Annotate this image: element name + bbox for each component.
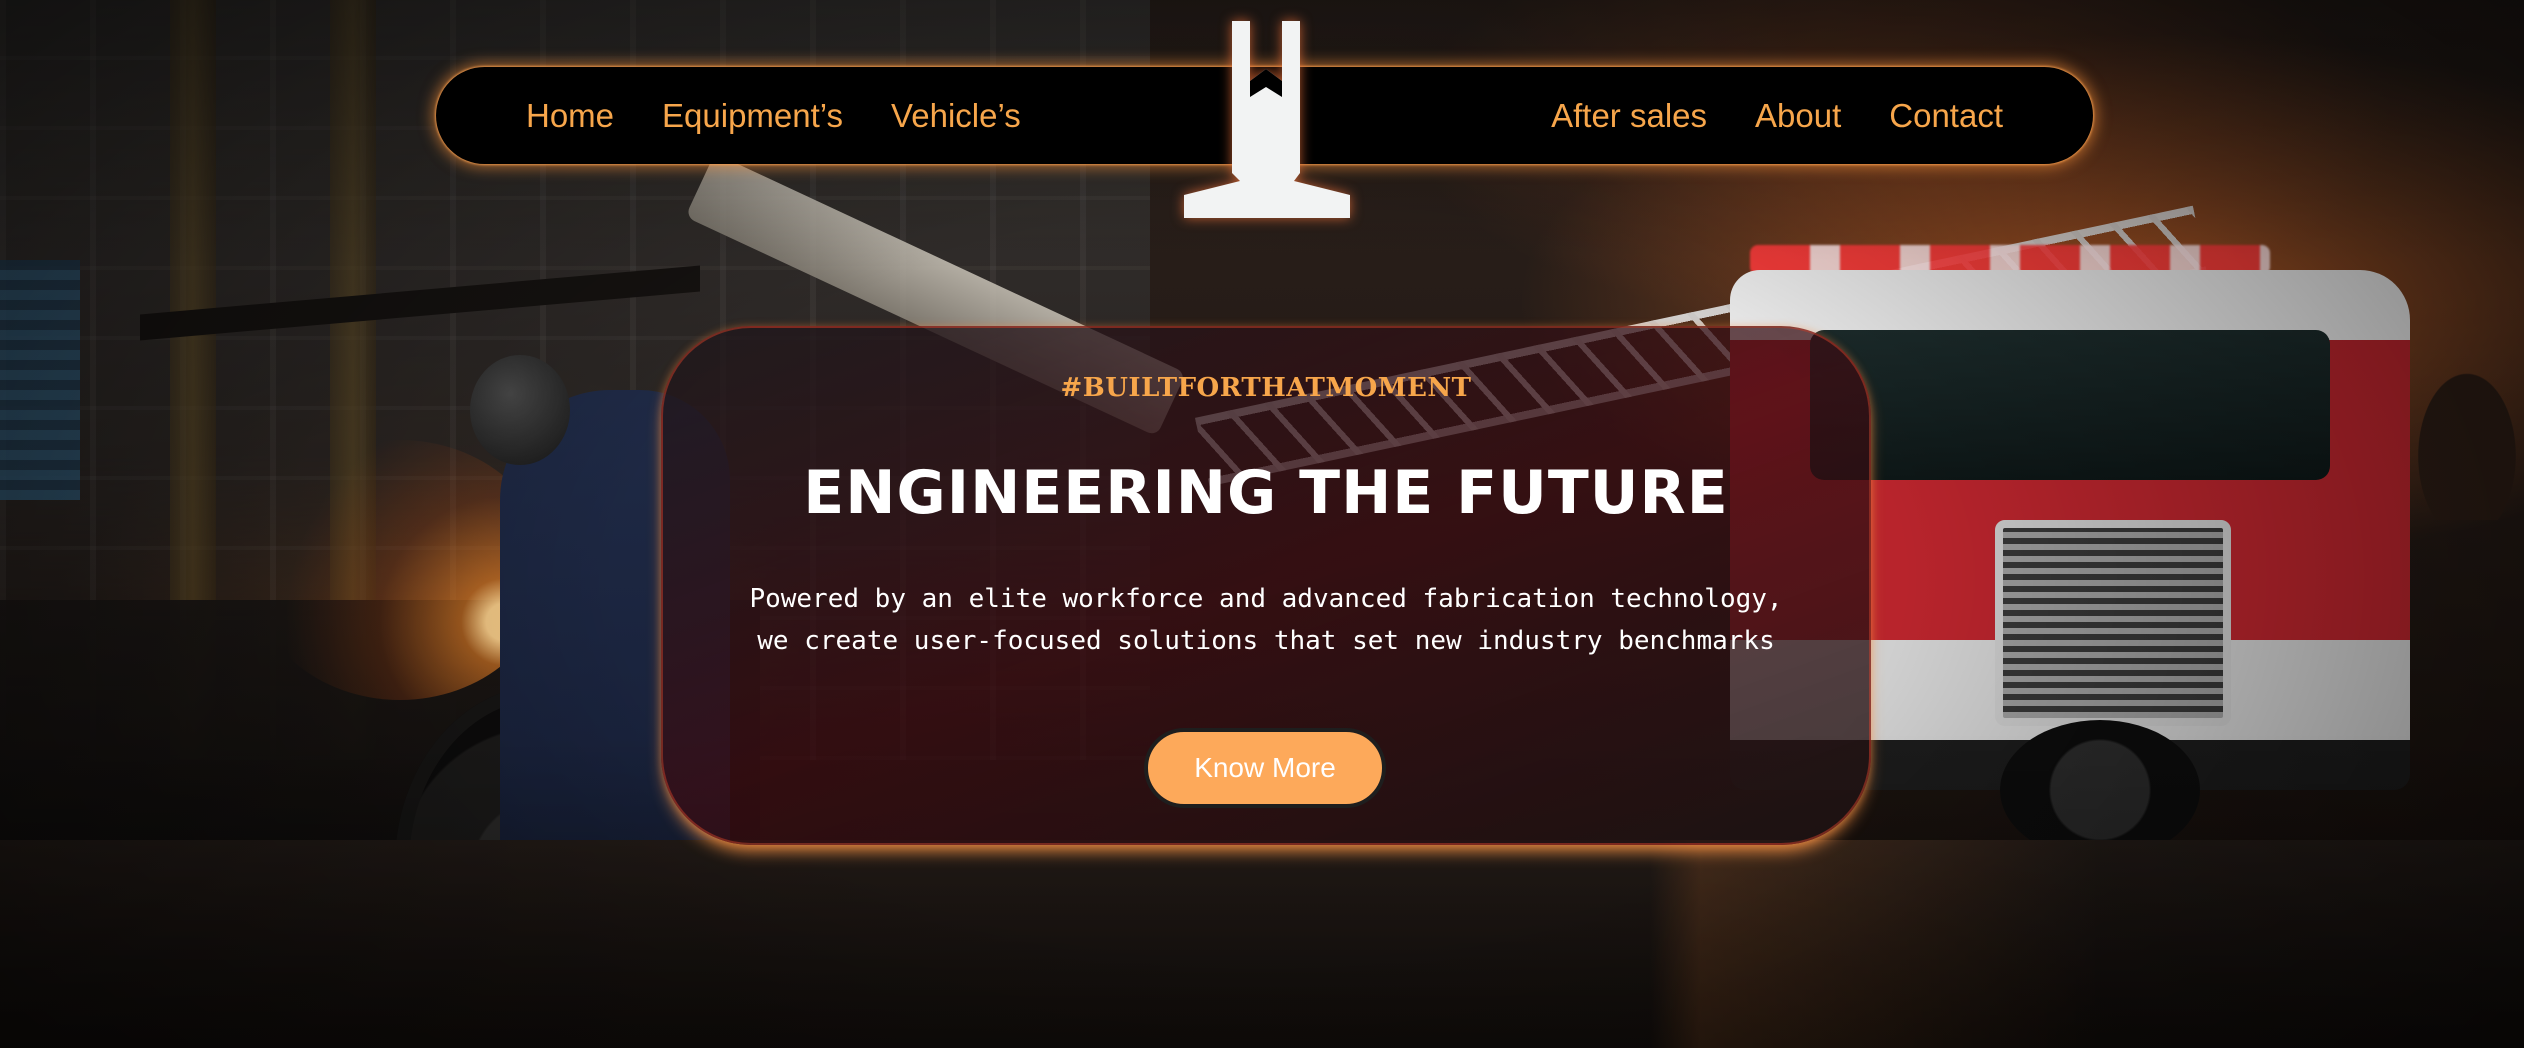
brand-logo-glyph bbox=[1184, 21, 1350, 218]
nav-link-about[interactable]: About bbox=[1755, 97, 1841, 135]
nav-right-group: After sales About Contact bbox=[1551, 67, 2003, 164]
hero-hashtag: #BUILTFORTHATMOMENT bbox=[1060, 373, 1472, 403]
know-more-button[interactable]: Know More bbox=[1144, 728, 1386, 808]
nav-left-group: Home Equipment’s Vehicle’s bbox=[526, 67, 1021, 164]
nav-link-after-sales[interactable]: After sales bbox=[1551, 97, 1707, 135]
hero-card: #BUILTFORTHATMOMENT ENGINEERING THE FUTU… bbox=[661, 326, 1871, 845]
hero-description: Powered by an elite workforce and advanc… bbox=[663, 578, 1869, 662]
nav-link-equipments[interactable]: Equipment’s bbox=[662, 97, 843, 135]
nav-link-contact[interactable]: Contact bbox=[1889, 97, 2003, 135]
hero-title: ENGINEERING THE FUTURE bbox=[803, 458, 1729, 528]
hero-description-line: Powered by an elite workforce and advanc… bbox=[749, 584, 1783, 614]
nav-link-home[interactable]: Home bbox=[526, 97, 614, 135]
brand-logo-icon[interactable] bbox=[1184, 21, 1350, 218]
nav-link-vehicles[interactable]: Vehicle’s bbox=[891, 97, 1021, 135]
hero-description-line: we create user-focused solutions that se… bbox=[757, 626, 1775, 656]
